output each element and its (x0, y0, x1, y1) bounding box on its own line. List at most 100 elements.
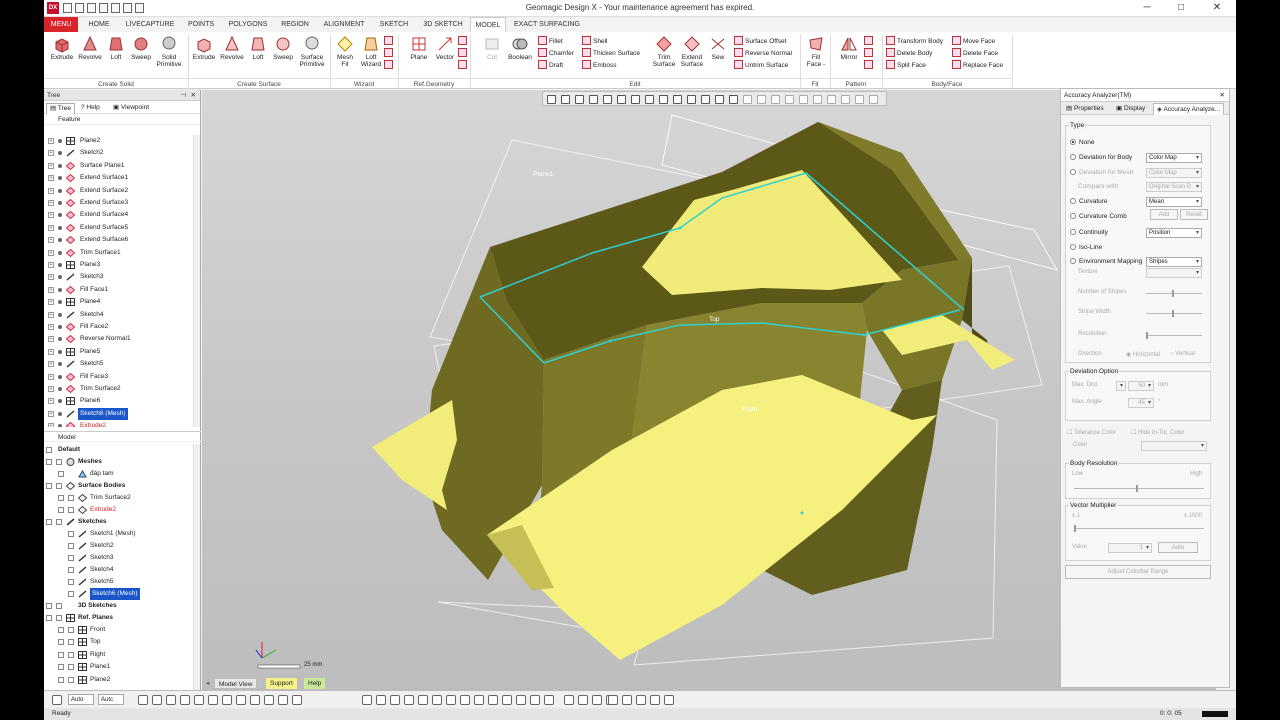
toolbar-icon[interactable] (390, 695, 400, 705)
maximize-icon[interactable]: □ (1164, 0, 1198, 17)
toolbar-icon[interactable] (474, 695, 484, 705)
visibility-icon[interactable] (58, 399, 62, 404)
toolbar-icon[interactable] (488, 695, 498, 705)
max-angle-input[interactable]: 45 (1128, 398, 1154, 408)
tab-livecapture[interactable]: LIVECAPTURE (124, 17, 176, 32)
visibility-icon[interactable] (58, 349, 62, 354)
feature-tree-item[interactable]: + Extend Surface6 (44, 234, 189, 246)
visibility-icon[interactable] (58, 287, 62, 292)
model-surface-bodies[interactable]: Surface Bodies (44, 480, 194, 492)
toolbar-icon[interactable] (236, 695, 246, 705)
toolbar-icon[interactable] (608, 695, 618, 705)
loft-surface-button[interactable]: Loft (246, 35, 270, 61)
extrude-solid-button[interactable]: Extrude (48, 35, 76, 61)
tab-model-view[interactable]: Model View (214, 678, 258, 689)
chamfer-button[interactable]: Chamfer (538, 48, 574, 59)
feature-tree-scrollbar[interactable] (193, 135, 200, 427)
tab-display[interactable]: ▣ Display (1113, 103, 1148, 115)
split-face-button[interactable]: Split Face (886, 60, 926, 71)
visibility-icon[interactable] (58, 424, 62, 427)
toolbar-icon[interactable] (404, 695, 414, 705)
resolution-slider[interactable] (1146, 332, 1202, 339)
ref-plane-item[interactable]: Plane1 (44, 661, 194, 673)
body-resolution-slider[interactable] (1074, 485, 1204, 492)
extend-surface-button[interactable]: Extend Surface (678, 35, 706, 68)
feature-tree-item[interactable]: + Sketch2 (44, 147, 189, 159)
visibility-icon[interactable] (58, 238, 62, 243)
replace-face-button[interactable]: Replace Face (952, 60, 1003, 71)
mesh-item[interactable]: đáp tam (44, 468, 194, 480)
toolbar-icon[interactable] (250, 695, 260, 705)
feature-tree-item[interactable]: + Sketch3 (44, 271, 189, 283)
feature-tree-item[interactable]: + Fill Face1 (44, 284, 189, 296)
feature-tree-item[interactable]: + Extend Surface2 (44, 185, 189, 197)
expand-icon[interactable]: + (48, 138, 54, 144)
visibility-icon[interactable] (58, 176, 62, 181)
close-icon[interactable]: ✕ (1200, 0, 1234, 17)
tab-points[interactable]: POINTS (184, 17, 218, 32)
tab-polygons[interactable]: POLYGONS (226, 17, 270, 32)
model-3d-sketches[interactable]: 3D Sketches (44, 600, 194, 612)
visibility-icon[interactable] (58, 163, 62, 168)
type-option-radio[interactable]: Continuity (1070, 228, 1108, 238)
solid-primitive-button[interactable]: Solid Primitive (154, 35, 184, 68)
transform-body-button[interactable]: Transform Body (886, 36, 943, 47)
wizard-small-icon-3[interactable] (384, 60, 395, 71)
hide-in-tol-checkbox[interactable]: ☐ Hide In-Tol. Color (1131, 429, 1184, 436)
tab-accuracy-analyzer[interactable]: ◈ Accuracy Analyze... (1153, 103, 1225, 115)
visibility-icon[interactable] (58, 225, 62, 230)
sketch-item[interactable]: Sketch2 (44, 540, 194, 552)
toolbar-icon[interactable] (194, 695, 204, 705)
expand-icon[interactable]: + (48, 162, 54, 169)
max-dist-toggle[interactable] (1116, 381, 1126, 391)
move-face-button[interactable]: Move Face (952, 36, 995, 47)
model-meshes[interactable]: Meshes (44, 456, 194, 468)
close-panel-icon[interactable]: ✕ (191, 90, 196, 101)
max-dist-input[interactable]: 50 (1128, 381, 1154, 391)
tab-menu[interactable]: MENU (44, 17, 78, 32)
visibility-icon[interactable] (58, 374, 62, 379)
expand-icon[interactable]: + (48, 237, 54, 244)
tab-tree[interactable]: ▤ Tree (46, 103, 75, 114)
visibility-icon[interactable] (58, 263, 62, 267)
texture-dropdown[interactable] (1146, 268, 1202, 278)
feature-tree-item[interactable]: + Fill Face3 (44, 371, 189, 383)
feature-tree-item[interactable]: + Extend Surface4 (44, 209, 189, 221)
tab-3d-sketch[interactable]: 3D SKETCH (420, 17, 466, 32)
expand-icon[interactable]: + (48, 249, 54, 256)
tab-help[interactable]: ? Help (78, 103, 103, 114)
toolbar-icon[interactable] (278, 695, 288, 705)
toolbar-icon[interactable] (650, 695, 660, 705)
toolbar-icon[interactable] (460, 695, 470, 705)
feature-tree-item[interactable]: + Extend Surface5 (44, 222, 189, 234)
expand-icon[interactable]: + (48, 410, 54, 417)
visibility-icon[interactable] (58, 275, 62, 280)
pattern-small-icon-2[interactable] (864, 48, 875, 59)
surface-body-item[interactable]: Trim Surface2 (44, 492, 194, 504)
toolbar-icon[interactable] (152, 695, 162, 705)
expand-icon[interactable]: + (48, 373, 54, 380)
mesh-fit-button[interactable]: Mesh Fit (332, 35, 358, 68)
boolean-button[interactable]: Boolean (506, 35, 534, 61)
expand-icon[interactable]: + (48, 262, 54, 268)
draft-button[interactable]: Draft (538, 60, 563, 71)
toolbar-icon[interactable] (502, 695, 512, 705)
type-option-radio[interactable]: None (1070, 138, 1095, 148)
toolbar-icon[interactable] (432, 695, 442, 705)
trim-surface-button[interactable]: Trim Surface (650, 35, 678, 68)
expand-icon[interactable]: + (48, 299, 54, 306)
expand-icon[interactable]: + (48, 212, 54, 219)
tab-alignment[interactable]: ALIGNMENT (320, 17, 368, 32)
pin-icon[interactable]: ⊣ (180, 90, 186, 101)
point-icon[interactable] (458, 36, 469, 47)
tab-region[interactable]: REGION (278, 17, 312, 32)
expand-icon[interactable]: + (48, 274, 54, 281)
pattern-small-icon-1[interactable] (864, 36, 875, 47)
visibility-icon[interactable] (58, 312, 62, 317)
expand-icon[interactable]: + (48, 336, 54, 343)
visibility-icon[interactable] (58, 139, 62, 143)
expand-icon[interactable]: + (48, 398, 54, 405)
toolbar-icon[interactable] (208, 695, 218, 705)
add-button[interactable]: Add (1150, 209, 1178, 220)
toolbar-icon[interactable] (222, 695, 232, 705)
